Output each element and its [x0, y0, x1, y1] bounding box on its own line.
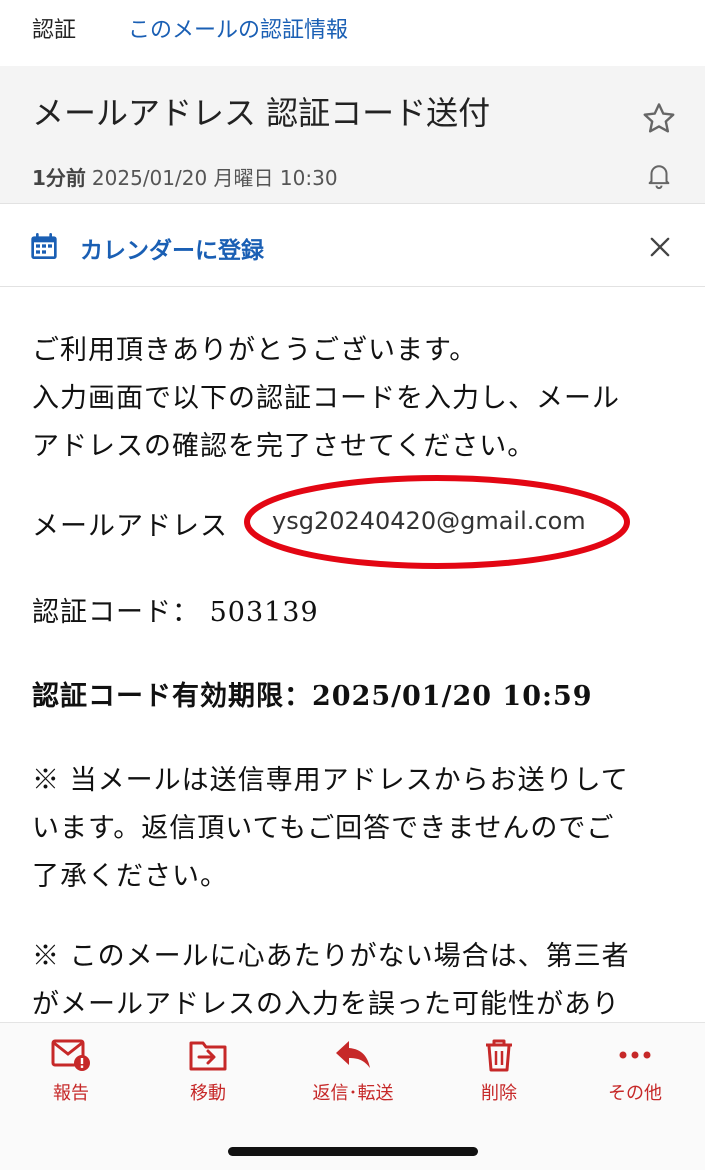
bottom-toolbar: 報告 移動 返信･転送 削除 その他 — [0, 1022, 705, 1170]
instruction-line-2: アドレスの確認を完了させてください。 — [32, 431, 536, 462]
close-icon[interactable] — [646, 233, 674, 261]
move-button[interactable]: 移動 — [143, 1037, 273, 1105]
auth-info-link[interactable]: このメールの認証情報 — [128, 12, 348, 44]
calendar-bar: カレンダーに登録 — [0, 205, 705, 287]
trash-icon — [486, 1039, 512, 1072]
report-label: 報告 — [53, 1083, 89, 1104]
note2-line-2: がメールアドレスの入力を誤った可能性があり — [32, 989, 620, 1020]
delete-button[interactable]: 削除 — [434, 1037, 564, 1105]
expiry-line: 認証コード有効期限：2025/01/20 10:59 — [32, 681, 593, 712]
delete-label: 削除 — [481, 1083, 517, 1104]
more-icon — [619, 1051, 651, 1059]
greeting-text: ご利用頂きありがとうございます。 — [32, 335, 478, 366]
move-label: 移動 — [190, 1083, 226, 1104]
category-label: 認証 — [32, 18, 77, 43]
email-label: メールアドレス — [32, 511, 228, 542]
highlight-ellipse — [244, 475, 630, 569]
mail-subject: メールアドレス 認証コード送付 — [32, 94, 491, 132]
report-button[interactable]: 報告 — [6, 1037, 136, 1105]
time-ago: 1分前 — [32, 166, 86, 190]
note1-line-2: います。返信頂いてもご回答できませんのでご — [32, 813, 615, 844]
top-nav: 認証 このメールの認証情報 — [0, 0, 705, 66]
reply-icon — [336, 1041, 370, 1068]
reply-forward-button[interactable]: 返信･転送 — [288, 1037, 418, 1105]
mail-header: メールアドレス 認証コード送付 1分前 2025/01/20 月曜日 10:30 — [0, 66, 705, 204]
report-mail-icon — [51, 1039, 90, 1071]
note1-line-1: ※ 当メールは送信専用アドレスからお送りして — [32, 765, 629, 796]
calendar-icon[interactable] — [28, 231, 60, 263]
auth-code-line: 認証コード： 503139 — [32, 597, 319, 628]
instruction-line-1: 入力画面で以下の認証コードを入力し、メール — [32, 383, 620, 414]
bell-icon[interactable] — [644, 160, 674, 190]
home-indicator[interactable] — [228, 1147, 478, 1156]
add-to-calendar-link[interactable]: カレンダーに登録 — [80, 231, 264, 265]
more-label: その他 — [608, 1083, 662, 1104]
mail-meta: 1分前 2025/01/20 月曜日 10:30 — [32, 162, 338, 191]
reply-forward-label: 返信･転送 — [312, 1083, 394, 1104]
star-icon[interactable] — [640, 100, 678, 138]
move-folder-icon — [189, 1041, 227, 1071]
note2-line-1: ※ このメールに心あたりがない場合は、第三者 — [32, 941, 630, 972]
note1-line-3: 了承ください。 — [32, 861, 228, 892]
more-button[interactable]: その他 — [570, 1037, 700, 1105]
mail-datetime: 2025/01/20 月曜日 10:30 — [91, 166, 338, 190]
mail-body: ご利用頂きありがとうございます。 入力画面で以下の認証コードを入力し、メール ア… — [0, 288, 705, 1022]
